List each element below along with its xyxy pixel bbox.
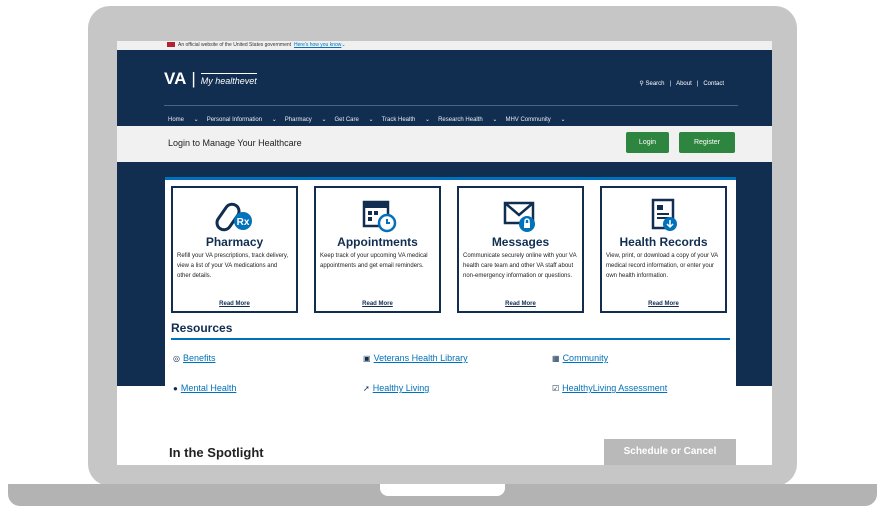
schedule-or-cancel-button[interactable]: Schedule or Cancel <box>604 439 736 465</box>
logo[interactable]: VA | My healthevet <box>164 69 257 89</box>
card-messages[interactable]: Messages Communicate securely online wit… <box>457 186 584 313</box>
mhv-logo: My healthevet <box>200 73 257 86</box>
checklist-icon: ☑ <box>552 384 560 393</box>
laptop-notch <box>380 484 505 496</box>
card-description: Refill your VA prescriptions, track deli… <box>177 253 289 279</box>
brain-icon: ● <box>173 384 178 393</box>
nav-item-track-health[interactable]: Track Health ⌄ <box>382 117 431 123</box>
nav-item-mhv-community[interactable]: MHV Community ⌄ <box>505 117 565 123</box>
resource-mental-health[interactable]: ● Mental Health <box>173 383 236 393</box>
card-appointments[interactable]: Appointments Keep track of your upcoming… <box>314 186 441 313</box>
nav-divider <box>164 105 738 106</box>
logo-divider: | <box>191 69 196 88</box>
resource-healthyliving-assessment[interactable]: ☑ HealthyLiving Assessment <box>552 383 667 393</box>
card-title: Messages <box>491 235 550 249</box>
nav-label: Get Care <box>334 117 359 123</box>
main-content: Rx Pharmacy Refill your VA prescriptions… <box>117 162 772 412</box>
resource-community[interactable]: ▦ Community <box>552 353 608 363</box>
card-title: Pharmacy <box>205 235 264 249</box>
svg-text:Rx: Rx <box>236 217 249 228</box>
us-flag-icon <box>167 42 175 48</box>
resource-label: Veterans Health Library <box>373 353 468 363</box>
gov-banner-link[interactable]: Here's how you know <box>294 42 341 48</box>
gov-banner-text: An official website of the United States… <box>178 42 292 48</box>
resource-label: HealthyLiving Assessment <box>562 383 668 393</box>
resource-label: Benefits <box>182 353 216 363</box>
card-title: Health Records <box>619 235 708 249</box>
health-record-icon <box>651 198 677 231</box>
nav-label: Research Health <box>438 117 483 123</box>
spotlight-heading: In the Spotlight <box>169 445 264 460</box>
main-nav: Home ⌄ Personal Information ⌄ Pharmacy ⌄ Ge… <box>168 116 574 123</box>
book-icon: ▣ <box>363 354 371 363</box>
nav-label: Pharmacy <box>284 117 312 123</box>
laptop-screen: An official website of the United States… <box>117 41 772 465</box>
read-more-link[interactable]: Read More <box>602 301 725 307</box>
card-health-records[interactable]: Health Records View, print, or download … <box>600 186 727 313</box>
nav-label: Personal Information <box>206 117 263 123</box>
site-header: VA | My healthevet ⚲ Search | About | Contact … <box>117 50 772 126</box>
resource-label: Mental Health <box>180 383 237 393</box>
utility-divider: | <box>696 81 699 87</box>
nav-item-personal-information[interactable]: Personal Information ⌄ <box>207 117 277 123</box>
contact-link[interactable]: Contact <box>703 81 724 87</box>
card-description: View, print, or download a copy of your … <box>606 253 718 279</box>
utility-nav: ⚲ Search | About | Contact <box>639 80 724 87</box>
resource-label: Healthy Living <box>372 383 430 393</box>
login-prompt: Login to Manage Your Healthcare <box>168 138 302 148</box>
chevron-down-icon: ⌄ <box>341 42 346 48</box>
va-logo: VA <box>164 69 187 88</box>
resource-healthy-living[interactable]: ➚ Healthy Living <box>363 383 429 393</box>
building-icon: ▦ <box>552 354 560 363</box>
card-description: Communicate securely online with your VA… <box>463 253 577 279</box>
resource-veterans-health-library[interactable]: ▣ Veterans Health Library <box>363 353 468 363</box>
nav-label: Track Health <box>381 117 416 123</box>
gov-banner: An official website of the United States… <box>117 41 772 50</box>
read-more-link[interactable]: Read More <box>173 301 296 307</box>
calendar-clock-icon <box>362 200 396 233</box>
spotlight-section: In the Spotlight Schedule or Cancel <box>117 427 772 465</box>
content-panel: Rx Pharmacy Refill your VA prescriptions… <box>165 177 736 412</box>
card-description: Keep track of your upcoming VA medical a… <box>320 253 428 269</box>
resources-heading: Resources <box>171 321 233 335</box>
globe-icon: ◎ <box>173 354 180 363</box>
card-title: Appointments <box>337 235 418 249</box>
register-button[interactable]: Register <box>679 132 735 153</box>
nav-label: MHV Community <box>505 117 551 123</box>
pill-rx-icon: Rx <box>214 202 252 232</box>
nav-item-research-health[interactable]: Research Health ⌄ <box>438 117 497 123</box>
runner-icon: ➚ <box>363 384 370 393</box>
search-icon[interactable]: ⚲ <box>639 81 643 87</box>
utility-divider: | <box>669 81 672 87</box>
resource-label: Community <box>562 353 609 363</box>
login-button[interactable]: Login <box>626 132 669 153</box>
nav-item-pharmacy[interactable]: Pharmacy ⌄ <box>285 117 327 123</box>
resource-benefits[interactable]: ◎ Benefits <box>173 353 216 363</box>
nav-item-home[interactable]: Home ⌄ <box>168 117 199 123</box>
search-link[interactable]: Search <box>645 81 664 87</box>
read-more-link[interactable]: Read More <box>316 301 439 307</box>
nav-item-get-care[interactable]: Get Care ⌄ <box>335 117 374 123</box>
about-link[interactable]: About <box>676 81 692 87</box>
card-pharmacy[interactable]: Rx Pharmacy Refill your VA prescriptions… <box>171 186 298 313</box>
nav-label: Home <box>168 117 185 123</box>
read-more-link[interactable]: Read More <box>459 301 582 307</box>
login-bar: Login to Manage Your Healthcare Login Re… <box>117 126 772 162</box>
resources-divider <box>171 338 730 340</box>
envelope-lock-icon <box>503 201 535 232</box>
